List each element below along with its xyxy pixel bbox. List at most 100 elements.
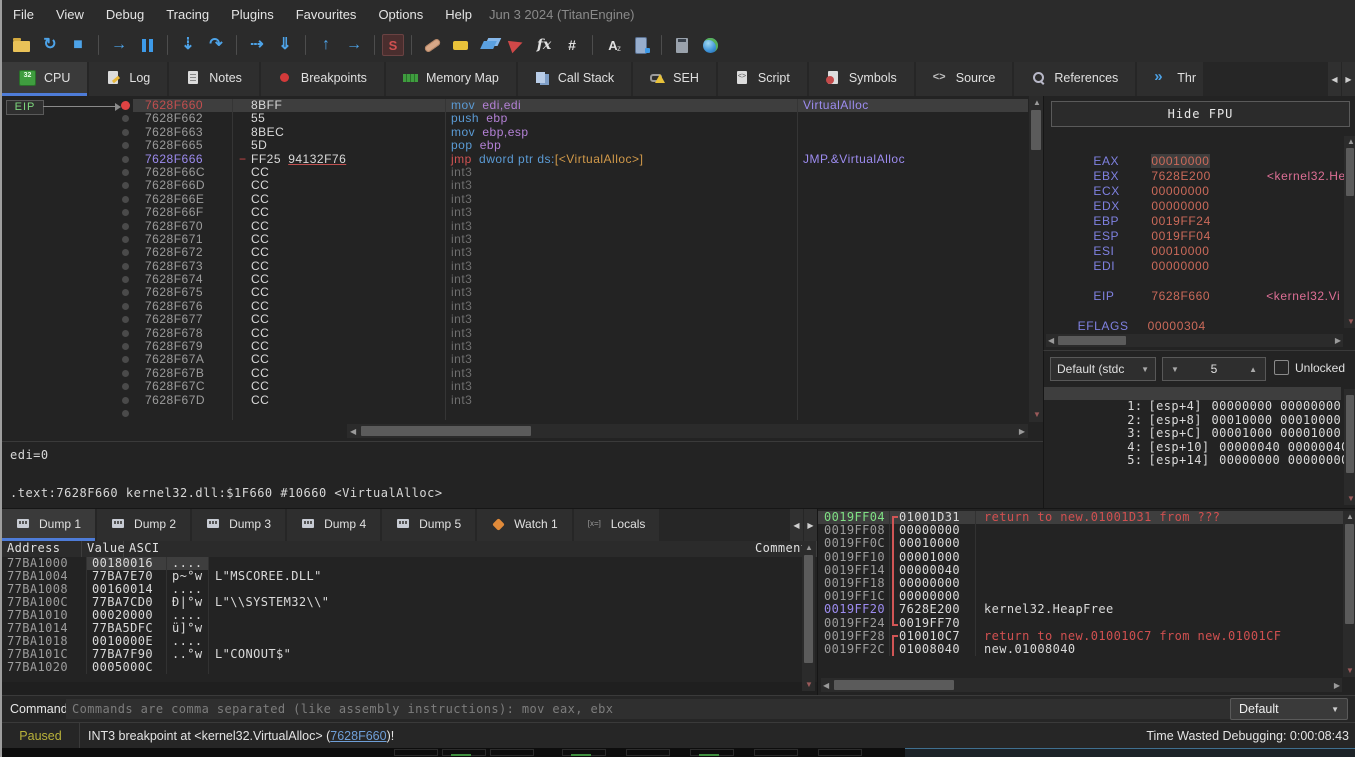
toolbar-button[interactable]: → <box>341 33 367 57</box>
dump-tab[interactable]: Dump 3 <box>192 509 285 541</box>
registers-vscrollbar[interactable]: ▲ ▼ <box>1344 136 1355 328</box>
toolbar-button[interactable]: ⇓ <box>272 33 298 57</box>
breakpoint-dot[interactable] <box>122 370 129 377</box>
disasm-row[interactable]: 7628F679 CC int3 <box>2 340 1028 353</box>
breakpoint-dot[interactable] <box>122 316 129 323</box>
disasm-row[interactable]: 7628F67D CC int3 <box>2 394 1028 407</box>
breakpoint-dot[interactable] <box>122 223 129 230</box>
disasm-row[interactable]: 7628F66F CC int3 <box>2 206 1028 219</box>
view-tab[interactable]: Script <box>718 62 807 96</box>
breakpoint-dot[interactable] <box>122 330 129 337</box>
calling-convention-dropdown[interactable]: Default (stdc▼ <box>1050 357 1156 381</box>
stack-row[interactable]: 0019FF10 00001000 <box>818 551 1343 564</box>
stack-row[interactable]: 0019FF0C 00010000 <box>818 537 1343 550</box>
toolbar-button[interactable]: fx <box>531 33 557 57</box>
disasm-row[interactable]: 7628F670 CC int3 <box>2 220 1028 233</box>
stack-row[interactable]: 0019FF08 00000000 <box>818 524 1343 537</box>
breakpoint-dot[interactable] <box>122 142 129 149</box>
disasm-row[interactable] <box>2 407 1028 420</box>
menu-item[interactable]: Help <box>434 7 483 22</box>
view-tab[interactable]: SEH <box>633 62 716 96</box>
view-tab[interactable]: CPU <box>2 62 87 96</box>
stack-row[interactable]: 0019FF2C 01008040 new.01008040 <box>818 643 1343 656</box>
toolbar-button[interactable]: A <box>600 33 626 57</box>
disasm-row[interactable]: 7628F672 CC int3 <box>2 246 1028 259</box>
breakpoint-dot[interactable] <box>122 169 129 176</box>
disasm-row[interactable]: 7628F675 CC int3 <box>2 286 1028 299</box>
toolbar-button[interactable]: ↑ <box>313 33 339 57</box>
disasm-row[interactable]: 7628F66D CC int3 <box>2 179 1028 192</box>
breakpoint-dot[interactable] <box>122 129 129 136</box>
menu-item[interactable]: Plugins <box>220 7 285 22</box>
stack-row[interactable]: 0019FF20 7628E200 kernel32.HeapFree <box>818 603 1343 616</box>
toolbar-button[interactable] <box>628 33 654 57</box>
toolbar-button[interactable] <box>447 33 473 57</box>
breakpoint-dot[interactable] <box>122 236 129 243</box>
dump-tab[interactable]: Watch 1 <box>477 509 572 541</box>
breakpoint-dot[interactable] <box>122 356 129 363</box>
argument-row[interactable]: 1:[esp+4]00000000 00000000 <box>1044 387 1341 400</box>
spinner-up-icon[interactable]: ▲ <box>1249 365 1257 374</box>
dump-column-header[interactable]: Address <box>2 541 82 557</box>
menu-item[interactable]: File <box>2 7 45 22</box>
disasm-row[interactable]: 7628F67C CC int3 <box>2 380 1028 393</box>
disasm-row[interactable]: 7628F665 5D popebp <box>2 139 1028 152</box>
toolbar-button[interactable] <box>236 35 237 55</box>
stack-row[interactable]: 0019FF24 0019FF70 <box>818 617 1343 630</box>
breakpoint-dot[interactable] <box>122 156 129 163</box>
toolbar-button[interactable]: ↻ <box>37 33 63 57</box>
disasm-row[interactable]: 7628F671 CC int3 <box>2 233 1028 246</box>
dump-column-header[interactable]: Value <box>82 541 124 557</box>
stack-row[interactable]: 0019FF04 01001D31 return to new.01001D31… <box>818 511 1343 524</box>
toolbar-button[interactable] <box>475 33 501 57</box>
toolbar-button[interactable] <box>592 35 593 55</box>
breakpoint-dot[interactable] <box>122 263 129 270</box>
disasm-row[interactable]: 7628F67B CC int3 <box>2 367 1028 380</box>
menu-item[interactable]: Favourites <box>285 7 368 22</box>
toolbar-button[interactable] <box>669 33 695 57</box>
view-tab[interactable]: Log <box>89 62 167 96</box>
breakpoint-dot[interactable] <box>122 289 129 296</box>
toolbar-button[interactable]: S <box>382 34 404 56</box>
spinner-down-icon[interactable]: ▼ <box>1171 365 1179 374</box>
toolbar-button[interactable] <box>9 33 35 57</box>
registers-hscrollbar[interactable]: ◀ ▶ <box>1046 334 1343 347</box>
toolbar-button[interactable] <box>661 35 662 55</box>
dump-tab-scroll-right[interactable]: ▶ <box>804 509 817 541</box>
view-tab[interactable]: Breakpoints <box>261 62 384 96</box>
breakpoint-dot[interactable] <box>122 276 129 283</box>
dump-vscrollbar[interactable]: ▲ ▼ <box>802 542 815 691</box>
toolbar-button[interactable] <box>98 35 99 55</box>
disasm-row[interactable]: 7628F673 CC int3 <box>2 260 1028 273</box>
menu-item[interactable]: Options <box>367 7 434 22</box>
eflags-row[interactable]: EFLAGS00000304 <box>1054 304 1206 319</box>
breakpoint-dot[interactable] <box>122 209 129 216</box>
arguments-vscrollbar[interactable]: ▼ <box>1344 389 1355 505</box>
dump-tab[interactable]: Dump 1 <box>2 509 95 541</box>
disasm-row[interactable]: 7628F674 CC int3 <box>2 273 1028 286</box>
command-input[interactable] <box>66 699 1236 719</box>
toolbar-button[interactable]: ▶ <box>503 33 529 57</box>
argument-count-spinner[interactable]: ▼ 5 ▲ <box>1162 357 1266 381</box>
breakpoint-dot[interactable] <box>122 182 129 189</box>
view-tab[interactable]: References <box>1014 62 1135 96</box>
breakpoint-dot[interactable] <box>122 303 129 310</box>
menu-item[interactable]: Tracing <box>155 7 220 22</box>
view-tab[interactable]: Thr <box>1137 62 1203 96</box>
command-profile-dropdown[interactable]: Default▼ <box>1230 698 1348 720</box>
toolbar-button[interactable] <box>697 33 723 57</box>
unlocked-checkbox[interactable]: Unlocked <box>1274 360 1345 375</box>
breakpoint-dot[interactable] <box>122 196 129 203</box>
disasm-row[interactable]: 7628F67A CC int3 <box>2 353 1028 366</box>
dump-row[interactable]: 77BA1020 0005000C <box>2 661 800 674</box>
toolbar-button[interactable]: ⇢ <box>244 33 270 57</box>
disasm-row[interactable]: 7628F666 −FF2594132F76 jmpdword ptr ds:[… <box>2 153 1028 166</box>
toolbar-button[interactable]: ■ <box>65 33 91 57</box>
dump-tab[interactable]: Dump 5 <box>382 509 475 541</box>
dump-tab[interactable]: Dump 2 <box>97 509 190 541</box>
stack-row[interactable]: 0019FF28 010010C7 return to new.010010C7… <box>818 630 1343 643</box>
toolbar-button[interactable] <box>411 35 412 55</box>
menu-item[interactable]: View <box>45 7 95 22</box>
disasm-row[interactable]: 7628F678 CC int3 <box>2 327 1028 340</box>
stack-row[interactable]: 0019FF18 00000000 <box>818 577 1343 590</box>
